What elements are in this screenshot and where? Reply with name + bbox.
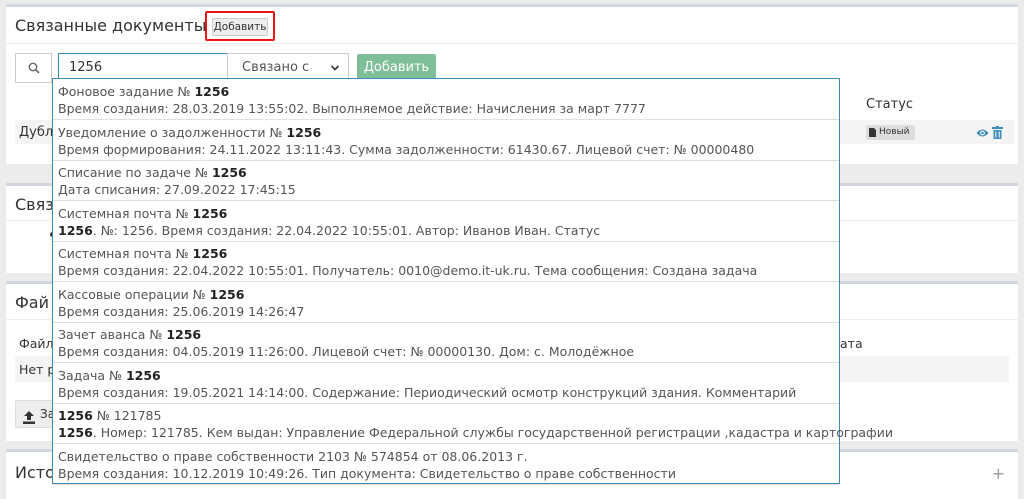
panel-title: Связанные документы xyxy=(15,16,207,35)
option-description: 1256. Номер: 121785. Кем выдан: Управлен… xyxy=(58,425,893,440)
status-badge-label: Новый xyxy=(879,127,910,137)
option-title: Системная почта № 1256 xyxy=(58,205,228,221)
history-title: Исто xyxy=(15,463,55,482)
add-related-header-button[interactable]: Добавить xyxy=(205,11,275,41)
option-description: Дата списания: 27.09.2022 17:45:15 xyxy=(58,182,296,197)
document-icon xyxy=(869,128,876,137)
status-column-header: Статус xyxy=(866,97,914,112)
row-name: Дубл xyxy=(19,125,54,140)
autocomplete-dropdown: Фоновое задание № 1256 Время создания: 28… xyxy=(52,78,893,485)
expand-plus-icon[interactable]: + xyxy=(992,464,1005,483)
files-title: Фай xyxy=(15,293,49,312)
option-title: Уведомление о задолженности № 1256 xyxy=(58,124,322,140)
option-title: Списание по задаче № 1256 xyxy=(58,165,247,180)
dropdown-option[interactable]: Фоновое задание № 1256 Время создания: 28… xyxy=(53,79,839,120)
option-description: Время создания: 22.04.2022 10:55:01. Пол… xyxy=(58,263,758,278)
date-column-header: ата xyxy=(840,336,863,351)
files-column-header: Файл xyxy=(19,336,54,351)
dropdown-option[interactable]: Списание по задаче № 1256 Дата списания: … xyxy=(53,160,839,201)
dropdown-option[interactable]: Кассовые операции № 1256 Время создания: … xyxy=(53,282,839,323)
dropdown-option[interactable]: Свидетельство о праве собственности 2103… xyxy=(53,444,839,485)
option-title: 1256 № 121785 xyxy=(58,408,162,423)
eye-icon[interactable] xyxy=(976,124,989,143)
option-title: Кассовые операции № 1256 xyxy=(58,286,245,302)
option-description: Время создания: 10.12.2019 10:49:26. Тип… xyxy=(58,465,676,481)
dropdown-option[interactable]: Зачет аванса № 1256 Время создания: 04.05… xyxy=(53,322,839,363)
status-badge: Новый xyxy=(866,125,915,140)
option-description: Время создания: 04.05.2019 11:26:00. Лиц… xyxy=(58,344,635,359)
option-title: Системная почта № 1256 xyxy=(58,246,228,261)
dropdown-option[interactable]: Уведомление о задолженности № 1256 Время … xyxy=(53,120,839,161)
option-description: Время создания: 28.03.2019 13:55:02. Вып… xyxy=(58,101,646,116)
search-button[interactable] xyxy=(15,53,52,83)
divider xyxy=(6,43,1018,44)
option-description: Время создания: 19.05.2021 14:14:00. Сод… xyxy=(58,384,797,400)
option-description: 1256. №: 1256. Время создания: 22.04.202… xyxy=(58,222,601,238)
dropdown-option[interactable]: Системная почта № 1256 1256. №: 1256. Вре… xyxy=(53,201,839,242)
option-title: Зачет аванса № 1256 xyxy=(58,327,202,342)
option-title: Свидетельство о праве собственности 2103… xyxy=(58,448,528,464)
trash-icon[interactable] xyxy=(992,124,1003,143)
empty-message: Нет р xyxy=(19,362,56,377)
panel-title-2: Связ xyxy=(15,195,54,214)
dropdown-option[interactable]: Задача № 1256 Время создания: 19.05.2021 … xyxy=(53,363,839,404)
add-related-header-label[interactable]: Добавить xyxy=(212,18,268,36)
upload-icon xyxy=(23,407,35,433)
relation-select-value: Связано с xyxy=(242,60,310,75)
option-title: Задача № 1256 xyxy=(58,367,161,383)
option-description: Время создания: 25.06.2019 14:26:47 xyxy=(58,303,305,319)
search-icon xyxy=(28,62,40,74)
option-title: Фоновое задание № 1256 xyxy=(58,84,230,99)
option-description: Время формирования: 24.11.2022 13:11:43.… xyxy=(58,141,755,157)
dropdown-option[interactable]: Системная почта № 1256 Время создания: 22… xyxy=(53,241,839,282)
dropdown-option[interactable]: 1256 № 121785 1256. Номер: 121785. Кем вы… xyxy=(53,403,893,444)
